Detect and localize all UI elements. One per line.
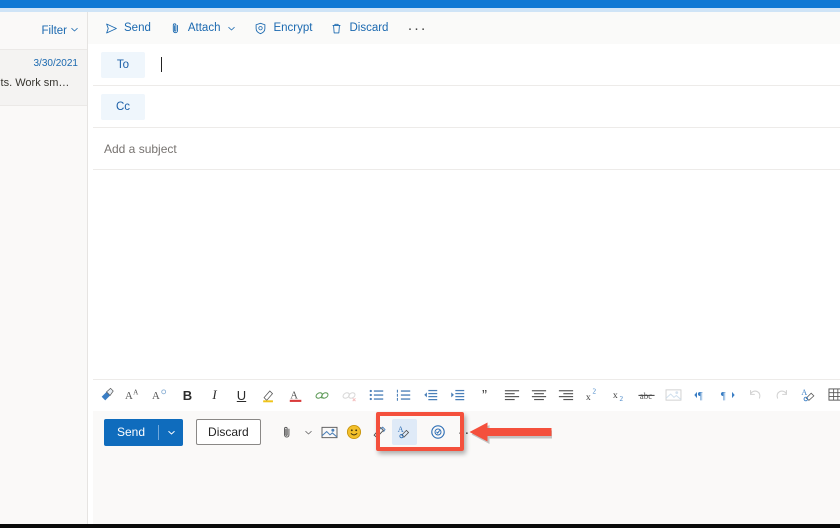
rtl-direction-icon[interactable]: ¶ (714, 382, 741, 408)
to-pill-button[interactable]: To (101, 51, 145, 78)
attach-file-chevron-down-icon[interactable] (300, 419, 317, 445)
numbered-list-icon[interactable] (390, 382, 417, 408)
align-left-icon[interactable] (498, 382, 525, 408)
svg-text:¶: ¶ (697, 391, 702, 402)
svg-text:A: A (133, 389, 139, 397)
decrease-indent-icon[interactable] (417, 382, 444, 408)
bottom-strip (0, 524, 840, 528)
filter-row: Filter (0, 12, 88, 50)
command-more-options[interactable]: ··· (397, 21, 437, 36)
sidebar-divider (87, 12, 88, 528)
cc-pill-button[interactable]: Cc (101, 93, 145, 120)
increase-indent-icon[interactable] (444, 382, 471, 408)
set-options-icon[interactable] (426, 419, 451, 445)
send-icon (105, 22, 118, 35)
insert-link-icon[interactable] (309, 382, 336, 408)
message-list-sidebar: Filter 3/30/2021 bits. Work sm… (0, 12, 88, 528)
undo-icon[interactable] (741, 382, 768, 408)
format-painter-icon[interactable] (93, 382, 120, 408)
send-options-chevron-down-icon[interactable] (159, 419, 183, 446)
svg-text:¶: ¶ (720, 391, 725, 402)
svg-text:A: A (398, 425, 404, 434)
superscript-icon[interactable]: x2 (579, 382, 606, 408)
align-center-icon[interactable] (525, 382, 552, 408)
command-attach-label: Attach (187, 22, 221, 34)
subscript-icon[interactable]: x2 (606, 382, 633, 408)
emoji-icon[interactable] (342, 419, 367, 445)
subject-field-row[interactable]: Add a subject (93, 128, 840, 170)
insert-picture-icon[interactable] (317, 419, 342, 445)
font-color-icon[interactable]: A (282, 382, 309, 408)
bold-glyph: B (182, 387, 193, 403)
message-body-editor[interactable] (93, 170, 840, 370)
svg-text:A: A (801, 388, 807, 397)
filter-label: Filter (41, 24, 67, 37)
shield-lock-icon (254, 22, 267, 35)
editor-icon[interactable]: A (391, 419, 417, 445)
to-field-row[interactable]: To (93, 44, 840, 86)
attach-file-icon[interactable] (275, 419, 300, 445)
grow-font-icon[interactable]: AA (120, 382, 147, 408)
send-button-label: Send (117, 425, 146, 439)
italic-glyph: I (212, 387, 217, 402)
command-encrypt-label: Encrypt (273, 22, 313, 34)
ltr-direction-icon[interactable]: ¶ (687, 382, 714, 408)
outlook-compose-window: Send Attach Encrypt Discard ··· Filter 3… (0, 0, 840, 528)
bulleted-list-icon[interactable] (363, 382, 390, 408)
message-snippet: bits. Work sm… (0, 77, 70, 89)
compose-action-bar: Send Discard A ··· (93, 411, 840, 453)
command-discard-label: Discard (349, 22, 389, 34)
svg-text:A: A (152, 390, 160, 402)
redo-icon[interactable] (768, 382, 795, 408)
compose-footer-area (93, 453, 840, 524)
formatting-toolbar: AA A B I U A ” x 2 x 2 abc ¶ ¶ A (93, 379, 840, 410)
highlight-icon[interactable] (255, 382, 282, 408)
underline-glyph: U (236, 387, 247, 403)
paperclip-icon (169, 22, 182, 35)
svg-text:2: 2 (619, 395, 623, 402)
trash-icon (330, 22, 343, 35)
strikethrough-icon[interactable]: abc (633, 382, 660, 408)
remove-link-icon[interactable] (336, 382, 363, 408)
to-input-caret (161, 57, 162, 72)
svg-text:x: x (612, 390, 617, 401)
underline-icon[interactable]: U (228, 382, 255, 408)
svg-text:2: 2 (592, 388, 596, 396)
message-date: 3/30/2021 (33, 58, 79, 69)
cc-field-row[interactable]: Cc (93, 86, 840, 128)
svg-text:A: A (125, 390, 133, 402)
command-send[interactable]: Send (96, 14, 160, 42)
bold-icon[interactable]: B (174, 382, 201, 408)
quote-glyph: ” (482, 386, 487, 404)
chevron-down-icon (70, 25, 79, 37)
clear-formatting-icon[interactable]: A (795, 382, 822, 408)
command-attach[interactable]: Attach (160, 14, 246, 42)
signature-icon[interactable] (367, 419, 392, 445)
svg-text:x: x (585, 392, 590, 402)
svg-text:abc: abc (640, 391, 652, 401)
subject-input[interactable]: Add a subject (104, 142, 177, 156)
command-bar: Send Attach Encrypt Discard ··· (88, 12, 840, 44)
insert-table-icon[interactable] (822, 382, 840, 408)
title-bar (0, 0, 840, 8)
shrink-font-icon[interactable]: A (147, 382, 174, 408)
send-button[interactable]: Send (104, 418, 184, 446)
italic-icon[interactable]: I (201, 382, 228, 408)
chevron-down-icon (227, 24, 236, 33)
discard-button[interactable]: Discard (196, 419, 261, 445)
command-send-label: Send (124, 22, 151, 34)
align-right-icon[interactable] (552, 382, 579, 408)
insert-picture-icon[interactable] (660, 382, 687, 408)
filter-button[interactable]: Filter (41, 25, 79, 37)
list-item[interactable]: 3/30/2021 bits. Work sm… (0, 50, 88, 106)
command-discard[interactable]: Discard (321, 14, 397, 42)
quote-icon[interactable]: ” (471, 382, 498, 408)
command-encrypt[interactable]: Encrypt (245, 14, 321, 42)
more-actions-button[interactable]: ··· (451, 425, 485, 440)
